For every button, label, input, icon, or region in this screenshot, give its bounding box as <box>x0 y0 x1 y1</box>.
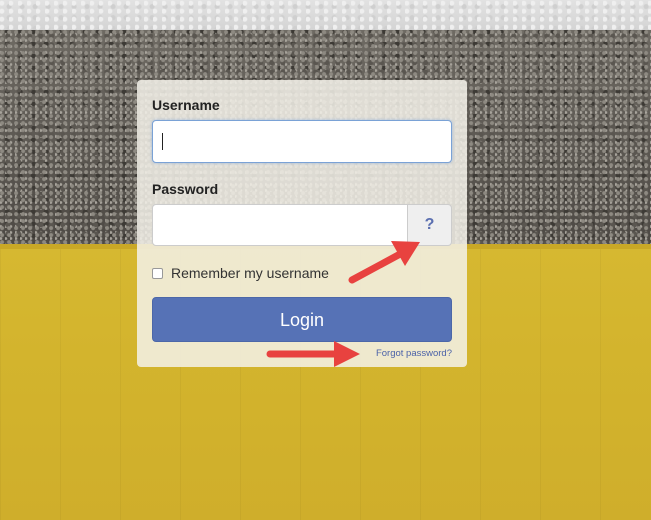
remember-username-label: Remember my username <box>171 265 329 281</box>
remember-username-checkbox[interactable] <box>152 267 163 279</box>
login-page: Username Password ? Remember my username… <box>0 0 651 520</box>
text-cursor <box>162 133 163 150</box>
remember-username-row[interactable]: Remember my username <box>152 264 329 282</box>
password-input-group: ? <box>152 204 452 247</box>
password-label: Password <box>152 181 219 197</box>
login-form-panel: Username Password ? Remember my username… <box>137 80 467 367</box>
username-input[interactable] <box>152 120 452 163</box>
background-strip <box>0 0 651 30</box>
forgot-password-link[interactable]: Forgot password? <box>376 348 452 359</box>
login-button[interactable]: Login <box>152 297 452 342</box>
username-label: Username <box>152 97 220 113</box>
password-input[interactable] <box>152 204 408 246</box>
password-help-button[interactable]: ? <box>407 204 452 246</box>
